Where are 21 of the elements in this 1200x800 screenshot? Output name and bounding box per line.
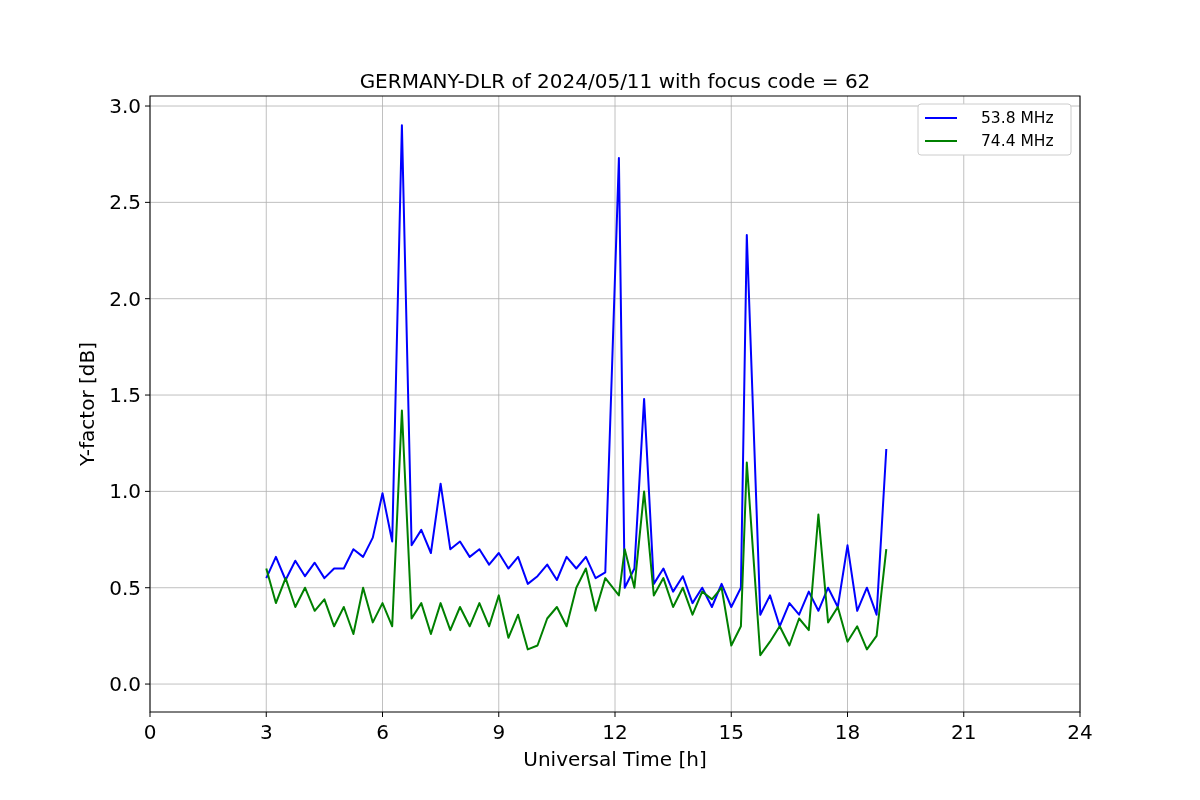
tick-label: 18 — [834, 720, 861, 744]
axis-label: Universal Time [h] — [523, 747, 707, 771]
tick-label: 3 — [259, 720, 273, 744]
tick-label: 0 — [143, 720, 157, 744]
tick-label: 21 — [951, 720, 977, 744]
tick-label: 2.5 — [109, 190, 141, 215]
legend-label: 74.4 MHz — [981, 132, 1054, 150]
tick-label: 9 — [492, 720, 506, 744]
chart-title: GERMANY-DLR of 2024/05/11 with focus code = 62 — [359, 69, 871, 93]
tick-label: 12 — [602, 720, 628, 744]
tick-label: 1.0 — [109, 479, 141, 504]
legend-label: 53.8 MHz — [981, 109, 1054, 127]
tick-label: 6 — [376, 720, 389, 744]
tick-label: 2.0 — [109, 286, 141, 311]
tick-label: 1.5 — [109, 383, 141, 408]
tick-label: 0.5 — [109, 575, 141, 600]
tick-label: 0.0 — [109, 672, 141, 697]
tick-label: 24 — [1067, 720, 1093, 744]
tick-label: 15 — [718, 720, 744, 744]
tick-label: 3.0 — [109, 94, 141, 118]
axis-label: Y-factor [dB] — [75, 342, 99, 466]
